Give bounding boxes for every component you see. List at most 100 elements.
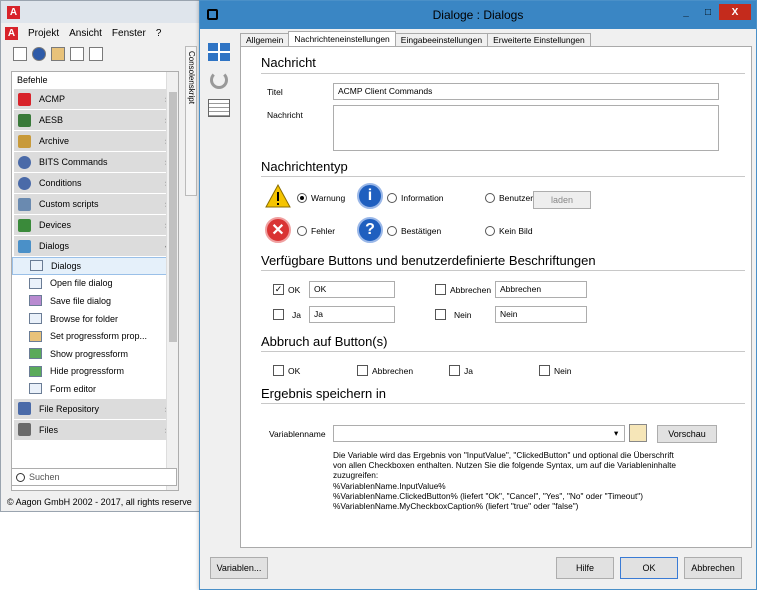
form-icon[interactable] [89, 47, 103, 61]
form-list-icon[interactable] [208, 99, 230, 117]
list-item-form-editor[interactable]: Form editor [12, 380, 178, 398]
item-label: Open file dialog [50, 278, 113, 289]
abbrechen-button[interactable]: Abbrechen [684, 557, 742, 579]
error-icon: ✕ [265, 217, 291, 243]
vorschau-button[interactable]: Vorschau [657, 425, 717, 443]
category-conditions[interactable]: Conditions» [14, 173, 176, 193]
radio-bestaetigen[interactable]: Bestätigen [387, 226, 441, 236]
minimize-button[interactable]: _ [675, 4, 697, 20]
panel-scrollbar[interactable] [166, 72, 178, 490]
dialogs-icon [18, 239, 31, 253]
tab-bar: Allgemein Nachrichteneinstellungen Einga… [240, 31, 591, 46]
syntax-hint: Die Variable wird das Ergebnis von "Inpu… [333, 450, 677, 512]
refresh-icon[interactable] [210, 71, 228, 89]
abbruch-ja[interactable]: Ja [449, 365, 473, 376]
tab-content: Nachricht Titel ACMP Client Commands Nac… [240, 46, 752, 548]
menu-help[interactable]: ? [156, 28, 162, 39]
search-input[interactable]: Suchen [11, 468, 177, 486]
abbruch-ok[interactable]: OK [273, 365, 300, 376]
menu-projekt[interactable]: Projekt [28, 28, 59, 39]
radio-information[interactable]: Information [387, 193, 444, 203]
section-ergebnis: Ergebnis speichern in [261, 386, 387, 401]
copy-icon[interactable] [70, 47, 84, 61]
abbrechen-caption-input[interactable]: Abbrechen [495, 281, 587, 298]
acmp-icon [18, 92, 31, 106]
radio-icon [485, 226, 495, 236]
checkbox-ok[interactable]: ✓ OK [273, 284, 300, 295]
divider [261, 351, 745, 352]
checkbox-abbrechen[interactable]: Abbrechen [435, 284, 491, 295]
close-button[interactable]: X [719, 4, 751, 20]
variablenname-combobox[interactable] [333, 425, 625, 442]
tab-eingabeeinstellungen[interactable]: Eingabeeinstellungen [394, 33, 489, 46]
titel-input[interactable]: ACMP Client Commands [333, 83, 719, 100]
scrollbar-thumb[interactable] [169, 92, 177, 342]
tab-nachrichteneinstellungen[interactable]: Nachrichteneinstellungen [288, 31, 396, 46]
radio-fehler[interactable]: Fehler [297, 226, 335, 236]
radio-warnung[interactable]: Warnung [297, 193, 345, 203]
section-nachrichtentyp: Nachrichtentyp [261, 159, 348, 174]
archive-icon [18, 134, 31, 148]
ok-button[interactable]: OK [620, 557, 678, 579]
save-icon[interactable] [13, 47, 27, 61]
ja-caption-input[interactable]: Ja [309, 306, 395, 323]
list-item-show-progressform[interactable]: Show progressform [12, 345, 178, 363]
nachricht-textarea[interactable] [333, 105, 719, 151]
list-item-browse-folder[interactable]: Browse for folder [12, 310, 178, 328]
bits-icon [18, 155, 31, 169]
menu-fenster[interactable]: Fenster [112, 28, 146, 39]
checkbox-nein[interactable]: Nein [435, 309, 471, 320]
panel-header: Befehle [17, 75, 48, 85]
tab-allgemein[interactable]: Allgemein [240, 33, 290, 46]
category-dialogs[interactable]: Dialogs« [14, 236, 176, 256]
publish-icon[interactable] [32, 47, 46, 61]
category-bits[interactable]: BITS Commands» [14, 152, 176, 172]
variable-picker-icon[interactable] [629, 424, 647, 442]
repository-icon [18, 402, 31, 416]
background-title-bar: A [1, 1, 199, 23]
progressform-show-icon [29, 348, 42, 360]
link-icon[interactable] [51, 47, 65, 61]
commands-panel: Befehle ACMP» AESB» Archive» BITS Comman… [11, 71, 179, 491]
list-item-hide-progressform[interactable]: Hide progressform [12, 363, 178, 381]
checkbox-icon [273, 309, 284, 320]
tab-erweiterte-einstellungen[interactable]: Erweiterte Einstellungen [487, 33, 591, 46]
radio-icon [297, 226, 307, 236]
item-label: Browse for folder [50, 313, 119, 324]
category-custom-scripts[interactable]: Custom scripts» [14, 194, 176, 214]
grid-view-icon[interactable] [208, 43, 230, 61]
abbruch-nein[interactable]: Nein [539, 365, 571, 376]
variablen-button[interactable]: Variablen... [210, 557, 268, 579]
app-menu-icon[interactable]: A [5, 26, 18, 40]
dropdown-arrow-icon[interactable]: ▾ [614, 428, 618, 439]
item-label: Save file dialog [50, 295, 112, 306]
category-file-repository[interactable]: File Repository» [14, 398, 176, 419]
category-acmp[interactable]: ACMP» [14, 89, 176, 109]
list-item-set-progressform[interactable]: Set progressform prop... [12, 327, 178, 345]
category-archive[interactable]: Archive» [14, 131, 176, 151]
radio-benutzer[interactable]: Benutzer [485, 193, 533, 203]
checkbox-label: Ja [464, 365, 473, 376]
vertical-tab-consolenskript[interactable]: Consolenskript [185, 46, 197, 196]
checkbox-icon [449, 365, 460, 376]
category-label: AESB [39, 115, 64, 125]
category-files[interactable]: Files» [14, 419, 176, 440]
checkbox-icon [435, 309, 446, 320]
hilfe-button[interactable]: Hilfe [556, 557, 614, 579]
category-devices[interactable]: Devices» [14, 215, 176, 235]
maximize-button[interactable]: □ [697, 4, 719, 20]
section-abbruch: Abbruch auf Button(s) [261, 334, 388, 349]
list-item-open-file[interactable]: Open file dialog [12, 275, 178, 293]
laden-button[interactable]: laden [533, 191, 591, 209]
list-item-save-file[interactable]: Save file dialog [12, 292, 178, 310]
category-aesb[interactable]: AESB» [14, 110, 176, 130]
checkbox-ja[interactable]: Ja [273, 309, 301, 320]
radio-kein-bild[interactable]: Kein Bild [485, 226, 533, 236]
abbruch-abbrechen[interactable]: Abbrechen [357, 365, 413, 376]
menu-ansicht[interactable]: Ansicht [69, 28, 102, 39]
checkbox-label: Abbrechen [372, 365, 414, 376]
ok-caption-input[interactable]: OK [309, 281, 395, 298]
conditions-icon [18, 176, 31, 190]
list-item-dialogs[interactable]: Dialogs [12, 257, 178, 275]
nein-caption-input[interactable]: Nein [495, 306, 587, 323]
